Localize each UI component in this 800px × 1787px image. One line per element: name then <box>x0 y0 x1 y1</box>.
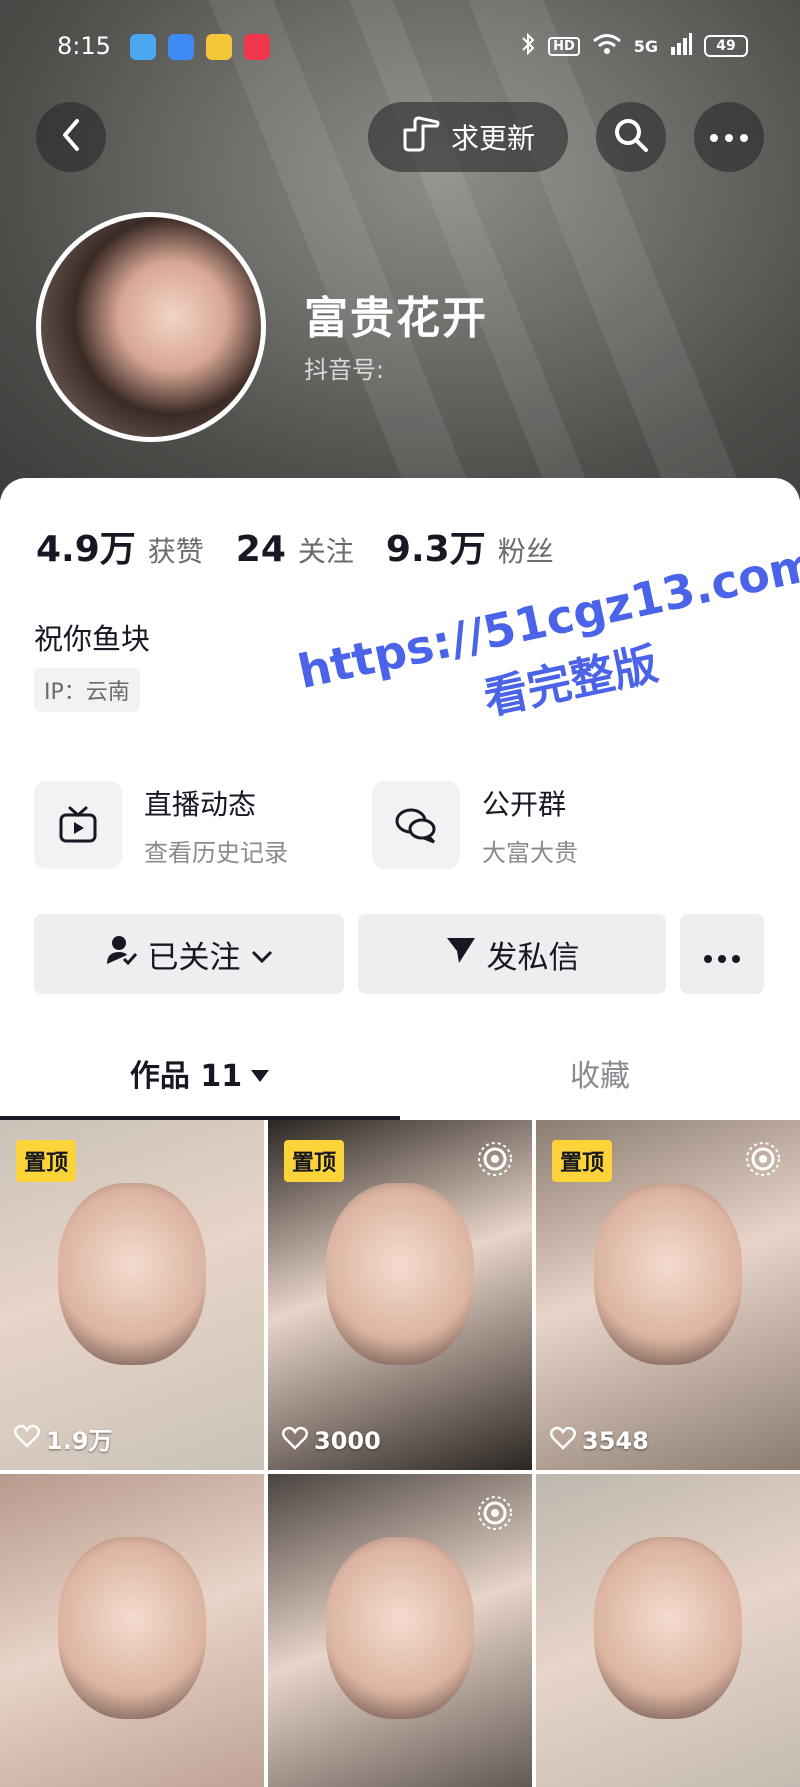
pinned-badge: 置顶 <box>552 1140 613 1182</box>
wifi-icon <box>592 33 622 59</box>
post-thumbnail[interactable] <box>268 1474 532 1787</box>
request-update-button[interactable]: 求更新 <box>368 102 568 172</box>
bluetooth-icon <box>520 32 536 60</box>
network-type: 5G <box>633 36 658 56</box>
stats-row: 4.9万 获赞 24 关注 9.3万 粉丝 <box>36 520 574 572</box>
post-photo <box>58 1537 206 1719</box>
post-thumbnail[interactable] <box>0 1474 264 1787</box>
following-count[interactable]: 24 <box>236 529 286 570</box>
followed-label: 已关注 <box>147 939 241 976</box>
ip-location-tag: IP：云南 <box>34 668 140 712</box>
send-icon <box>445 935 477 973</box>
post-grid: 置顶 1.9万 置顶 3000 置顶 3548 <box>0 1120 800 1787</box>
app-notif-icon <box>206 34 232 60</box>
user-check-icon <box>106 934 138 974</box>
live-photo-icon <box>476 1140 514 1182</box>
app-notif-icon <box>130 34 156 60</box>
post-thumbnail[interactable] <box>536 1474 800 1787</box>
chevron-left-icon <box>59 117 83 157</box>
search-button[interactable] <box>596 102 666 172</box>
tab-favorites-label: 收藏 <box>570 1059 630 1094</box>
pinned-badge: 置顶 <box>16 1140 77 1182</box>
tab-works[interactable]: 作品 11 <box>0 1026 400 1120</box>
request-update-label: 求更新 <box>450 122 535 155</box>
live-history-entry[interactable]: 直播动态 查看历史记录 <box>34 780 288 870</box>
status-indicators: HD 5G 49 <box>520 32 748 60</box>
public-group-subtitle: 大富大贵 <box>482 838 578 867</box>
post-likes: 1.9万 <box>14 1421 113 1456</box>
likes-label: 获赞 <box>147 535 204 568</box>
live-history-title: 直播动态 <box>144 787 257 821</box>
post-photo <box>594 1537 742 1719</box>
post-photo <box>58 1183 206 1365</box>
post-likes: 3000 <box>282 1426 381 1456</box>
post-photo <box>326 1537 474 1719</box>
content-tabs: 作品 11 收藏 <box>0 1026 800 1120</box>
live-photo-icon <box>744 1140 782 1182</box>
more-button[interactable] <box>694 102 764 172</box>
nickname: 富贵花开 <box>304 293 488 344</box>
app-notif-icon <box>168 34 194 60</box>
post-likes-count: 3000 <box>314 1427 381 1455</box>
signature: 祝你鱼块 <box>34 622 151 656</box>
more-dots-icon <box>703 936 741 972</box>
pointing-hand-icon <box>401 116 441 159</box>
post-likes-count: 3548 <box>582 1427 649 1455</box>
post-likes-count: 1.9万 <box>46 1427 113 1455</box>
more-dots-icon <box>709 128 749 147</box>
public-group-entry[interactable]: 公开群 大富大贵 <box>372 780 578 870</box>
chat-bubbles-icon <box>372 781 460 869</box>
pinned-badge: 置顶 <box>284 1140 345 1182</box>
public-group-title: 公开群 <box>482 787 567 821</box>
hd-badge: HD <box>548 36 580 56</box>
back-button[interactable] <box>36 102 106 172</box>
heart-icon <box>282 1426 308 1456</box>
heart-icon <box>550 1426 576 1456</box>
live-photo-icon <box>476 1494 514 1536</box>
status-bar: 8:15 HD 5G 49 <box>0 28 800 68</box>
post-thumbnail[interactable]: 置顶 1.9万 <box>0 1120 264 1470</box>
douyin-id-label: 抖音号: <box>304 356 385 384</box>
live-history-subtitle: 查看历史记录 <box>144 838 288 867</box>
signal-icon <box>670 33 692 59</box>
send-message-label: 发私信 <box>486 939 580 976</box>
caret-down-icon <box>250 1056 270 1091</box>
heart-icon <box>14 1424 40 1454</box>
fans-label[interactable]: 粉丝 <box>498 530 554 570</box>
tab-works-label: 作品 11 <box>129 1059 243 1094</box>
following-label[interactable]: 关注 <box>298 530 354 570</box>
avatar[interactable] <box>36 212 266 442</box>
post-likes: 3548 <box>550 1426 649 1456</box>
send-message-button[interactable]: 发私信 <box>358 914 666 994</box>
post-thumbnail[interactable]: 置顶 3000 <box>268 1120 532 1470</box>
post-photo <box>326 1183 474 1365</box>
light-ray <box>451 0 779 500</box>
battery-icon: 49 <box>704 35 748 57</box>
post-photo <box>594 1183 742 1365</box>
status-time: 8:15 <box>57 32 111 60</box>
profile-header: 8:15 HD 5G 49 求更新 富贵花开 抖音号: <box>0 0 800 500</box>
fans-count[interactable]: 9.3万 <box>386 520 486 572</box>
more-actions-button[interactable] <box>680 914 764 994</box>
tv-icon <box>34 781 122 869</box>
chevron-down-icon <box>251 936 273 972</box>
followed-button[interactable]: 已关注 <box>34 914 344 994</box>
app-notif-icon <box>244 34 270 60</box>
post-thumbnail[interactable]: 置顶 3548 <box>536 1120 800 1470</box>
search-icon <box>613 117 649 157</box>
likes-count: 4.9万 <box>36 529 136 570</box>
tab-favorites[interactable]: 收藏 <box>400 1026 800 1120</box>
